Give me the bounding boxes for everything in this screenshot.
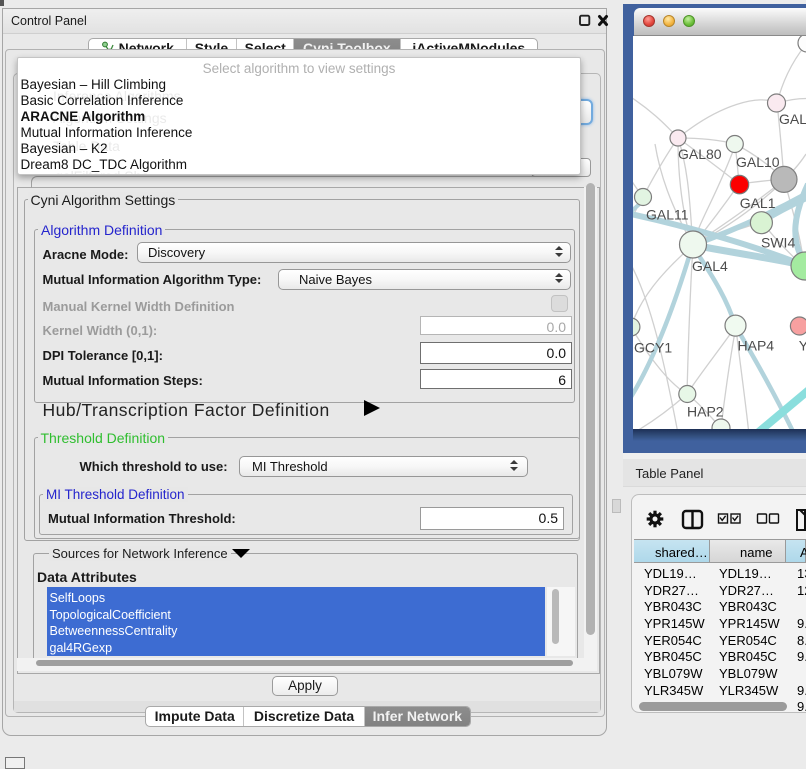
svg-text:GAL10: GAL10 [736,154,780,170]
svg-text:HAP4: HAP4 [738,338,775,354]
svg-text:GAL4: GAL4 [692,258,728,274]
svg-text:SWI4: SWI4 [761,235,795,251]
svg-text:GCY1: GCY1 [634,340,672,356]
svg-text:HAP2: HAP2 [687,404,724,420]
svg-text:GAL11: GAL11 [646,207,689,223]
svg-text:GAL80: GAL80 [678,146,722,162]
svg-text:YB: YB [799,338,806,354]
svg-text:GAL2: GAL2 [779,111,806,127]
svg-text:GAL1: GAL1 [740,195,776,211]
